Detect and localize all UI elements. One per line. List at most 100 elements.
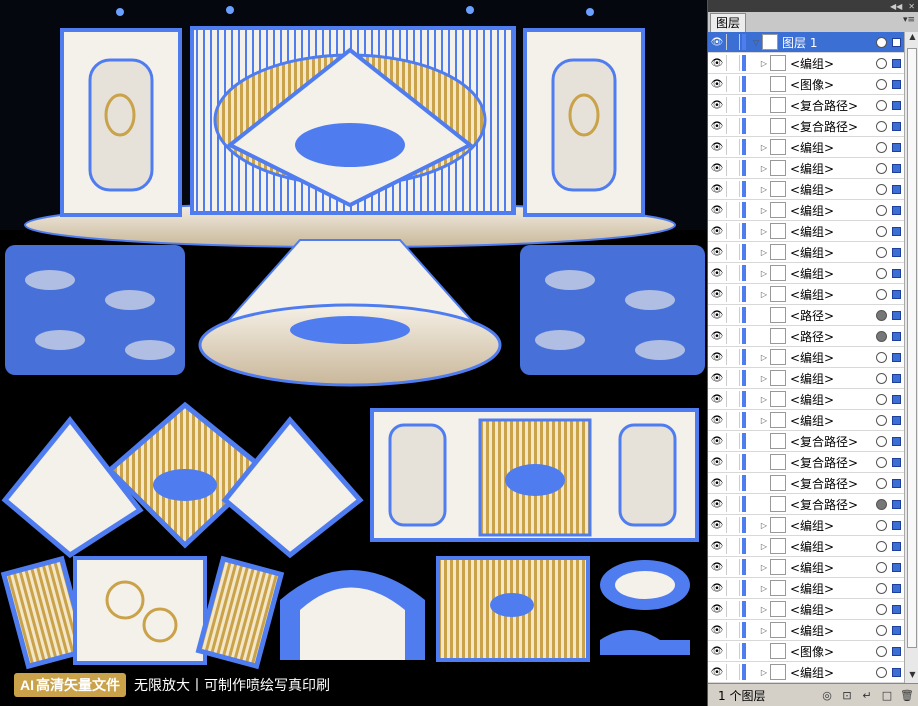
selection-square-icon[interactable] (892, 79, 901, 89)
lock-toggle[interactable] (726, 307, 740, 323)
sublayer-row[interactable]: 👁 ▷ <编组> (708, 662, 904, 683)
visibility-eye-icon[interactable]: 👁 (708, 121, 726, 132)
selection-square-icon[interactable] (892, 310, 901, 320)
sublayer-row[interactable]: 👁 ▷ <编组> (708, 536, 904, 557)
visibility-eye-icon[interactable]: 👁 (708, 268, 726, 279)
sublayer-row[interactable]: 👁 <复合路径> (708, 494, 904, 515)
layer-name[interactable]: <编组> (790, 559, 876, 576)
layer-name[interactable]: <编组> (790, 55, 876, 72)
sublayer-row[interactable]: 👁 <图像> (708, 641, 904, 662)
selection-square-icon[interactable] (892, 667, 901, 677)
lock-toggle[interactable] (726, 265, 740, 281)
lock-toggle[interactable] (726, 496, 740, 512)
layer-name[interactable]: <编组> (790, 601, 876, 618)
close-panel-icon[interactable]: ✕ (908, 2, 915, 11)
layer-name[interactable]: <编组> (790, 391, 876, 408)
sublayer-row[interactable]: 👁 ▷ <编组> (708, 221, 904, 242)
visibility-eye-icon[interactable]: 👁 (708, 478, 726, 489)
target-circle-icon[interactable] (876, 666, 887, 678)
expand-triangle-icon[interactable]: ▷ (758, 143, 770, 152)
expand-triangle-icon[interactable]: ▷ (758, 605, 770, 614)
visibility-eye-icon[interactable]: 👁 (708, 541, 726, 552)
layer-row-top[interactable]: 👁 ▽ 图层 1 (708, 32, 904, 53)
expand-triangle-icon[interactable]: ▷ (758, 416, 770, 425)
selection-square-icon[interactable] (892, 625, 901, 635)
target-circle-icon[interactable] (876, 603, 887, 615)
selection-square-icon[interactable] (892, 604, 901, 614)
visibility-eye-icon[interactable]: 👁 (708, 100, 726, 111)
sublayer-row[interactable]: 👁 ▷ <编组> (708, 200, 904, 221)
lock-toggle[interactable] (726, 664, 740, 680)
visibility-eye-icon[interactable]: 👁 (708, 331, 726, 342)
layer-name[interactable]: <路径> (790, 307, 876, 324)
layer-name[interactable]: <编组> (790, 286, 876, 303)
layer-name[interactable]: <图像> (790, 643, 876, 660)
target-circle-icon[interactable] (876, 36, 887, 48)
selection-square-icon[interactable] (892, 100, 901, 110)
sublayer-row[interactable]: 👁 <复合路径> (708, 473, 904, 494)
lock-toggle[interactable] (726, 475, 740, 491)
sublayer-row[interactable]: 👁 ▷ <编组> (708, 410, 904, 431)
expand-triangle-icon[interactable]: ▷ (758, 521, 770, 530)
target-circle-icon[interactable] (876, 435, 887, 447)
layer-name[interactable]: <复合路径> (790, 475, 876, 492)
layer-name[interactable]: <复合路径> (790, 118, 876, 135)
sublayer-row[interactable]: 👁 ▷ <编组> (708, 620, 904, 641)
visibility-eye-icon[interactable]: 👁 (708, 499, 726, 510)
visibility-eye-icon[interactable]: 👁 (708, 394, 726, 405)
sublayer-row[interactable]: 👁 ▷ <编组> (708, 515, 904, 536)
lock-toggle[interactable] (726, 223, 740, 239)
target-circle-icon[interactable] (876, 393, 887, 405)
lock-toggle[interactable] (726, 97, 740, 113)
visibility-eye-icon[interactable]: 👁 (708, 415, 726, 426)
selection-square-icon[interactable] (892, 520, 901, 530)
target-circle-icon[interactable] (876, 120, 887, 132)
visibility-eye-icon[interactable]: 👁 (708, 247, 726, 258)
sublayer-row[interactable]: 👁 ▷ <编组> (708, 137, 904, 158)
selection-square-icon[interactable] (892, 646, 901, 656)
selection-square-icon[interactable] (892, 184, 901, 194)
layer-name[interactable]: <编组> (790, 664, 876, 681)
visibility-eye-icon[interactable]: 👁 (708, 352, 726, 363)
scroll-up-icon[interactable]: ▲ (905, 32, 918, 46)
expand-triangle-icon[interactable]: ▷ (758, 206, 770, 215)
layer-name[interactable]: <编组> (790, 580, 876, 597)
locate-object-icon[interactable]: ◎ (819, 689, 835, 702)
selection-square-icon[interactable] (892, 394, 901, 404)
lock-toggle[interactable] (726, 538, 740, 554)
delete-layer-icon[interactable]: 🗑 (899, 689, 915, 702)
visibility-eye-icon[interactable]: 👁 (708, 37, 726, 48)
lock-toggle[interactable] (726, 139, 740, 155)
lock-toggle[interactable] (726, 328, 740, 344)
sublayer-row[interactable]: 👁 ▷ <编组> (708, 599, 904, 620)
lock-toggle[interactable] (726, 118, 740, 134)
target-circle-icon[interactable] (876, 372, 887, 384)
layer-name[interactable]: <编组> (790, 265, 876, 282)
sublayer-row[interactable]: 👁 ▷ <编组> (708, 263, 904, 284)
lock-toggle[interactable] (726, 244, 740, 260)
target-circle-icon[interactable] (876, 57, 887, 69)
layer-name[interactable]: <编组> (790, 181, 876, 198)
layer-name[interactable]: <编组> (790, 244, 876, 261)
sublayer-row[interactable]: 👁 ▷ <编组> (708, 578, 904, 599)
sublayer-row[interactable]: 👁 ▷ <编组> (708, 158, 904, 179)
visibility-eye-icon[interactable]: 👁 (708, 184, 726, 195)
layer-name[interactable]: <编组> (790, 349, 876, 366)
target-circle-icon[interactable] (876, 351, 887, 363)
layer-name[interactable]: <复合路径> (790, 433, 876, 450)
target-circle-icon[interactable] (876, 519, 887, 531)
sublayer-row[interactable]: 👁 <图像> (708, 74, 904, 95)
target-circle-icon[interactable] (876, 561, 887, 573)
sublayer-row[interactable]: 👁 <复合路径> (708, 431, 904, 452)
selection-square-icon[interactable] (892, 163, 901, 173)
visibility-eye-icon[interactable]: 👁 (708, 625, 726, 636)
selection-square-icon[interactable] (892, 121, 901, 131)
layer-name[interactable]: <编组> (790, 538, 876, 555)
selection-square-icon[interactable] (892, 247, 901, 257)
selection-square-icon[interactable] (892, 436, 901, 446)
sublayer-row[interactable]: 👁 ▷ <编组> (708, 389, 904, 410)
visibility-eye-icon[interactable]: 👁 (708, 520, 726, 531)
sublayer-row[interactable]: 👁 ▷ <编组> (708, 53, 904, 74)
visibility-eye-icon[interactable]: 👁 (708, 667, 726, 678)
visibility-eye-icon[interactable]: 👁 (708, 457, 726, 468)
